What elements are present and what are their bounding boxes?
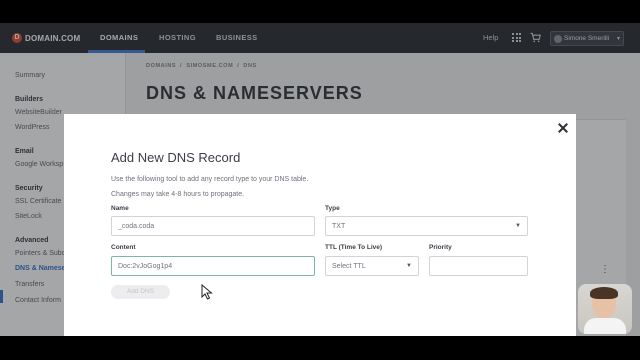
- name-input[interactable]: _coda.coda: [111, 216, 315, 236]
- modal-title: Add New DNS Record: [111, 150, 241, 165]
- webcam-overlay: [578, 284, 632, 334]
- priority-input[interactable]: [429, 256, 528, 276]
- type-label: Type: [325, 205, 340, 212]
- content-value: Doc:2vJoGog1p4: [118, 263, 173, 270]
- name-value: _coda.coda: [118, 223, 155, 230]
- close-icon[interactable]: [558, 123, 568, 133]
- modal-propagation-note: Changes may take 4-8 hours to propagate.: [111, 191, 245, 198]
- priority-label: Priority: [429, 244, 452, 251]
- ttl-label: TTL (Time To Live): [325, 244, 383, 251]
- ttl-value: Select TTL: [332, 263, 366, 270]
- webcam-hair: [590, 287, 618, 299]
- type-select[interactable]: TXT ▼: [325, 216, 528, 236]
- name-label: Name: [111, 205, 129, 212]
- content-input[interactable]: Doc:2vJoGog1p4: [111, 256, 315, 276]
- chevron-down-icon: ▼: [515, 223, 521, 229]
- webcam-shirt: [584, 318, 626, 334]
- mouse-cursor-icon: [201, 284, 213, 300]
- app-frame: D DOMAIN.COM DOMAINS HOSTING BUSINESS He…: [0, 23, 640, 336]
- content-label: Content: [111, 244, 136, 251]
- chevron-down-icon: ▼: [406, 263, 412, 269]
- type-value: TXT: [332, 223, 346, 230]
- ttl-select[interactable]: Select TTL ▼: [325, 256, 419, 276]
- add-dns-button[interactable]: Add DNS: [111, 285, 170, 299]
- modal-description: Use the following tool to add any record…: [111, 176, 309, 183]
